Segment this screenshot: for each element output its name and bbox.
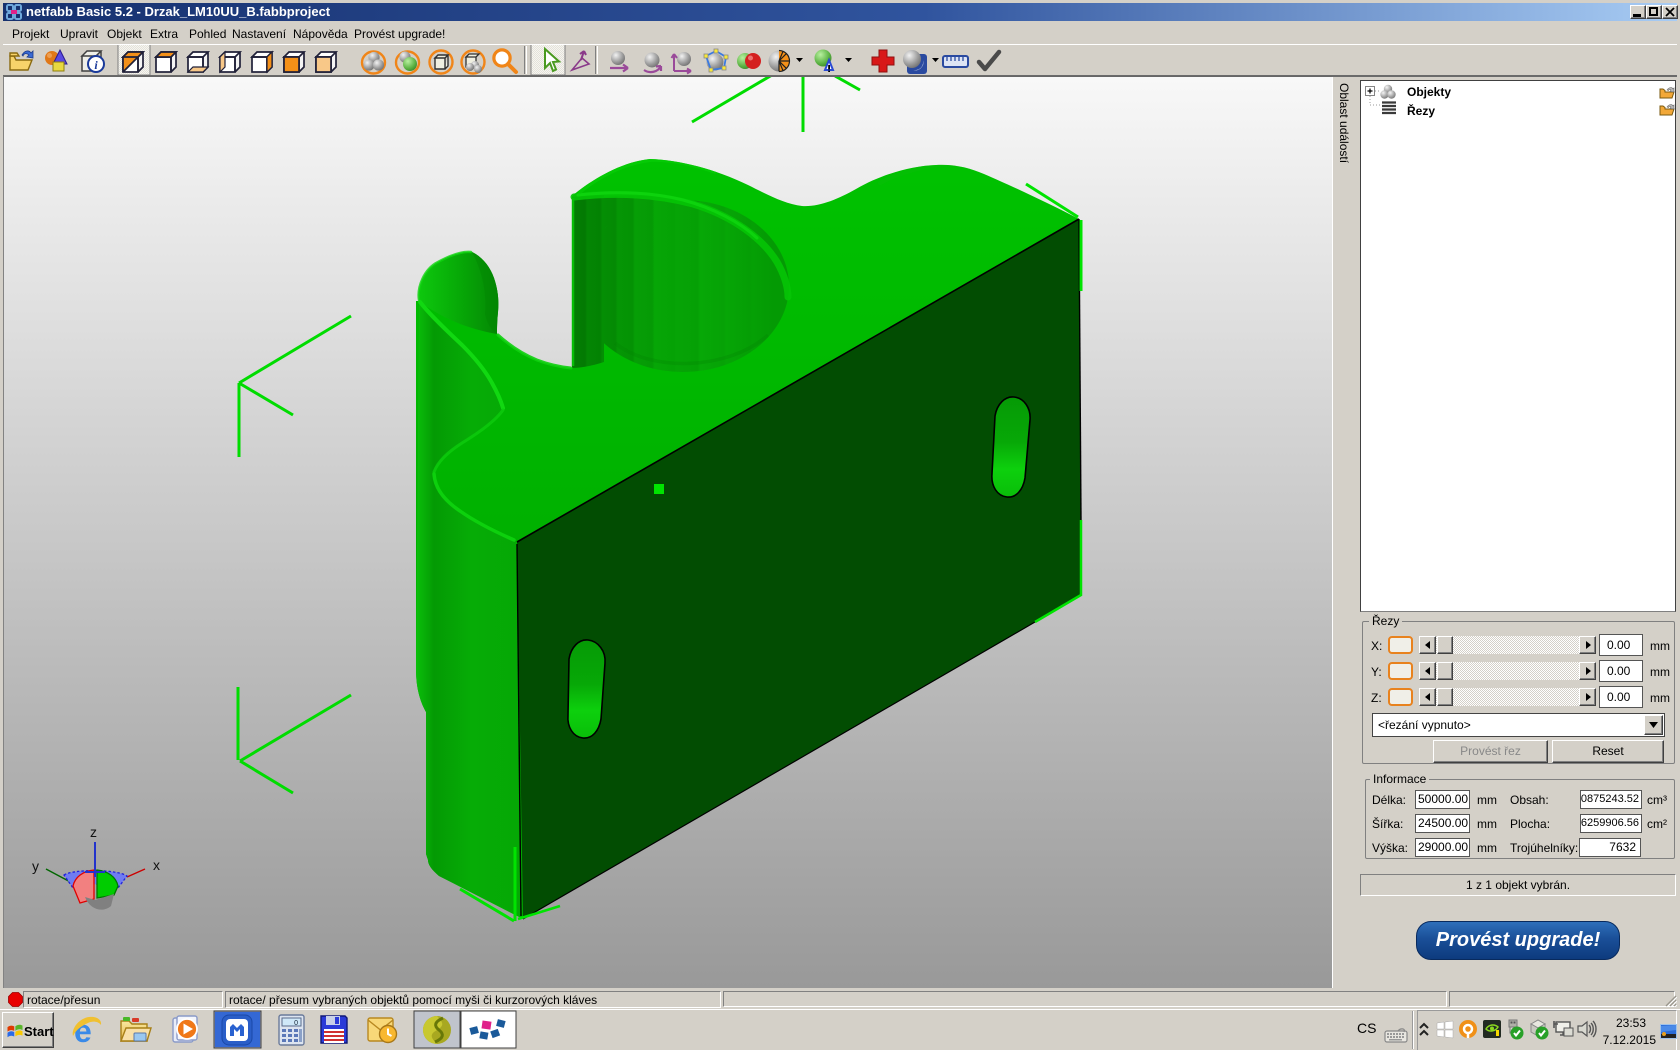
svg-text:z: z [90,824,97,840]
svg-text:x: x [153,857,160,873]
svg-text:y: y [32,858,39,874]
svg-text:0: 0 [294,1020,298,1027]
